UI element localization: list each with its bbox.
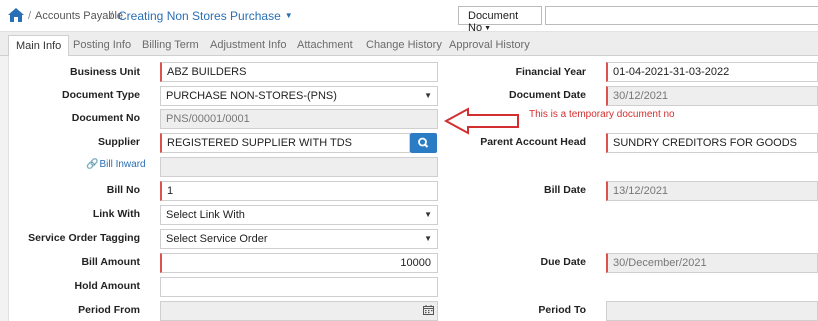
tab-approval-history[interactable]: Approval History (449, 39, 530, 51)
hold-amount-field[interactable] (160, 277, 438, 297)
home-icon[interactable] (8, 8, 24, 22)
document-no-field: PNS/00001/0001 (160, 109, 438, 129)
link-with-label: Link With (92, 208, 140, 220)
link-with-select[interactable]: Select Link With ▼ (160, 205, 438, 225)
document-date-label: Document Date (508, 89, 586, 101)
document-search-input[interactable] (545, 6, 818, 25)
breadcrumb-page-label: Creating Non Stores Purchase (118, 9, 281, 23)
tab-main-info[interactable]: Main Info (8, 35, 70, 57)
caret-down-icon: ▼ (424, 210, 432, 219)
document-no-selector[interactable]: Document No ▼ (458, 6, 542, 34)
service-order-select[interactable]: Select Service Order ▼ (160, 229, 438, 249)
hold-amount-label: Hold Amount (74, 280, 140, 292)
due-date-field[interactable]: 30/December/2021 (606, 253, 818, 273)
link-icon: 🔗 (86, 159, 99, 170)
left-arrow-icon (444, 107, 519, 135)
bill-date-label: Bill Date (543, 184, 586, 196)
document-no-label: Document No (71, 112, 140, 124)
top-bar: / Accounts Payable / Creating Non Stores… (0, 0, 818, 34)
period-to-field[interactable] (606, 301, 818, 321)
parent-account-head-label: Parent Account Head (480, 136, 586, 148)
caret-down-icon: ▼ (424, 234, 432, 243)
bill-inward-link[interactable]: 🔗Bill Inward (86, 159, 146, 170)
parent-account-head-field[interactable]: SUNDRY CREDITORS FOR GOODS (606, 133, 818, 153)
service-order-tagging-label: Service Order Tagging (28, 232, 140, 244)
breadcrumb-page[interactable]: Creating Non Stores Purchase ▼ (118, 9, 293, 23)
temporary-document-note: This is a temporary document no (529, 109, 675, 120)
financial-year-label: Financial Year (515, 66, 586, 78)
service-order-value: Select Service Order (166, 233, 268, 245)
breadcrumb-separator: / (110, 10, 114, 22)
tab-bar: Main Info Posting Info Billing Term Adju… (0, 32, 818, 57)
document-date-field[interactable]: 30/12/2021 (606, 86, 818, 106)
financial-year-field[interactable]: 01-04-2021-31-03-2022 (606, 62, 818, 82)
tab-adjustment-info[interactable]: Adjustment Info (210, 39, 286, 51)
breadcrumb-separator: / (28, 10, 32, 22)
tab-attachment[interactable]: Attachment (297, 39, 353, 51)
period-to-label: Period To (538, 304, 586, 316)
due-date-label: Due Date (540, 256, 586, 268)
caret-down-icon: ▼ (284, 11, 293, 20)
bill-inward-field (160, 157, 438, 177)
bill-date-field[interactable]: 13/12/2021 (606, 181, 818, 201)
tab-posting-info[interactable]: Posting Info (73, 39, 131, 51)
link-with-value: Select Link With (166, 209, 245, 221)
bill-inward-label: Bill Inward (99, 159, 146, 170)
tab-change-history[interactable]: Change History (366, 39, 442, 51)
tab-billing-term[interactable]: Billing Term (142, 39, 199, 51)
